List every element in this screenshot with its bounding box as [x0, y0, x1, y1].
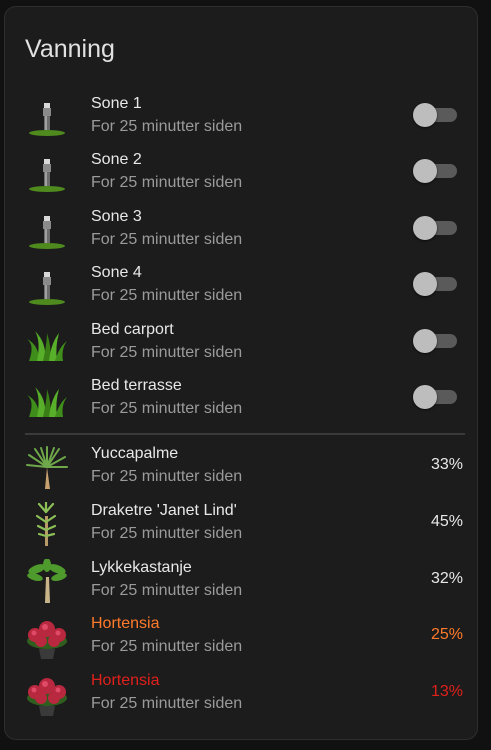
- plant-name: Hortensia: [91, 672, 160, 689]
- plant-status: For 25 minutter siden: [91, 695, 243, 712]
- zone-status: For 25 minutter siden: [91, 287, 243, 304]
- plant-moisture-value: 45%: [430, 513, 463, 530]
- plant-status: For 25 minutter siden: [91, 582, 243, 599]
- grass-icon: [27, 331, 67, 361]
- zone-status: For 25 minutter siden: [91, 118, 243, 135]
- zone-row-sone-2[interactable]: Sone 2 For 25 minutter siden: [23, 149, 463, 199]
- watering-card: Vanning Sone 1 For 25 minutter siden Son…: [4, 6, 478, 740]
- plant-name: Hortensia: [91, 615, 160, 632]
- plant-name: Draketre 'Janet Lind': [91, 502, 237, 519]
- zone-toggle[interactable]: [413, 328, 459, 354]
- plant-moisture-value: 32%: [430, 570, 463, 587]
- plant-name: Lykkekastanje: [91, 559, 192, 576]
- sprinkler-icon: [29, 103, 65, 136]
- plant-moisture-value: 25%: [430, 626, 463, 643]
- dracaena-icon: [35, 502, 57, 546]
- plant-row-hortensia-2[interactable]: Hortensia For 25 minutter siden 13%: [23, 670, 463, 720]
- zone-name: Sone 1: [91, 95, 142, 112]
- plant-row-hortensia-1[interactable]: Hortensia For 25 minutter siden 25%: [23, 613, 463, 663]
- sprinkler-icon: [29, 216, 65, 249]
- zone-name: Sone 4: [91, 264, 142, 281]
- plant-row-lykkekastanje[interactable]: Lykkekastanje For 25 minutter siden 32%: [23, 557, 463, 607]
- zone-row-sone-4[interactable]: Sone 4 For 25 minutter siden: [23, 262, 463, 312]
- zone-toggle[interactable]: [413, 271, 459, 297]
- zone-status: For 25 minutter siden: [91, 231, 243, 248]
- zone-name: Bed carport: [91, 321, 174, 338]
- card-title: Vanning: [25, 35, 115, 63]
- plant-moisture-value: 33%: [430, 456, 463, 473]
- hydrangea-icon: [27, 621, 67, 659]
- plant-name: Yuccapalme: [91, 445, 179, 462]
- zone-row-sone-1[interactable]: Sone 1 For 25 minutter siden: [23, 93, 463, 143]
- zone-status: For 25 minutter siden: [91, 400, 243, 417]
- plant-status: For 25 minutter siden: [91, 468, 243, 485]
- yucca-icon: [26, 446, 68, 489]
- zone-toggle[interactable]: [413, 102, 459, 128]
- sprinkler-icon: [29, 272, 65, 305]
- zone-toggle[interactable]: [413, 384, 459, 410]
- grass-icon: [27, 387, 67, 417]
- plant-row-draketre[interactable]: Draketre 'Janet Lind' For 25 minutter si…: [23, 500, 463, 550]
- plant-row-yuccapalme[interactable]: Yuccapalme For 25 minutter siden 33%: [23, 443, 463, 493]
- zone-row-bed-carport[interactable]: Bed carport For 25 minutter siden: [23, 319, 463, 369]
- section-divider: [25, 433, 465, 435]
- zone-name: Sone 2: [91, 151, 142, 168]
- zone-name: Bed terrasse: [91, 377, 182, 394]
- zone-name: Sone 3: [91, 208, 142, 225]
- sprinkler-icon: [29, 159, 65, 192]
- hydrangea-icon: [27, 678, 67, 716]
- plant-moisture-value: 13%: [430, 683, 463, 700]
- plant-status: For 25 minutter siden: [91, 525, 243, 542]
- zone-status: For 25 minutter siden: [91, 344, 243, 361]
- zone-row-bed-terrasse[interactable]: Bed terrasse For 25 minutter siden: [23, 375, 463, 425]
- zone-toggle[interactable]: [413, 158, 459, 184]
- plant-status: For 25 minutter siden: [91, 638, 243, 655]
- money-tree-icon: [27, 559, 67, 603]
- zone-row-sone-3[interactable]: Sone 3 For 25 minutter siden: [23, 206, 463, 256]
- zone-status: For 25 minutter siden: [91, 174, 243, 191]
- zone-toggle[interactable]: [413, 215, 459, 241]
